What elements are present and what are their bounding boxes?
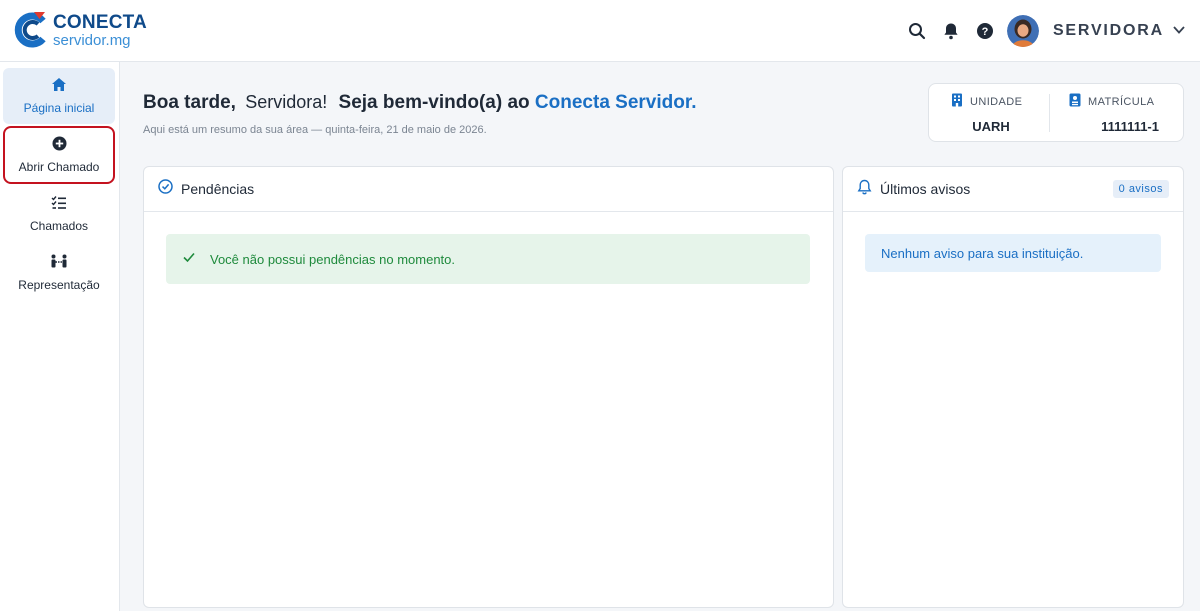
logo-mark-icon bbox=[14, 12, 48, 48]
greeting-brand: Conecta Servidor. bbox=[534, 92, 697, 113]
help-icon[interactable]: ? bbox=[974, 20, 996, 42]
greeting-user-name: Servidora! bbox=[245, 92, 328, 112]
user-name[interactable]: SERVIDORA bbox=[1053, 22, 1164, 40]
logo-subtitle: servidor.mg bbox=[53, 31, 131, 49]
unidade-value: UARH bbox=[972, 119, 1010, 134]
avisos-title: Últimos avisos bbox=[880, 181, 971, 197]
sidebar-item-chamados[interactable]: Chamados bbox=[3, 186, 115, 242]
building-icon bbox=[951, 93, 963, 110]
sidebar-item-representacao[interactable]: Representação bbox=[3, 245, 115, 301]
plus-circle-icon bbox=[52, 136, 67, 156]
top-header: CONECTA servidor.mg ? SERVIDORA bbox=[0, 0, 1200, 62]
id-badge-icon bbox=[1069, 93, 1081, 110]
sidebar-item-pagina-inicial[interactable]: Página inicial bbox=[3, 68, 115, 124]
matricula-value: 1111111-1 bbox=[1101, 119, 1159, 134]
no-avisos-message: Nenhum aviso para sua instituição. bbox=[881, 245, 1084, 261]
chevron-down-icon[interactable] bbox=[1172, 22, 1186, 40]
page-subtitle: Aqui está um resumo da sua área — quinta… bbox=[143, 124, 487, 136]
svg-text:?: ? bbox=[982, 26, 989, 38]
no-avisos-alert: Nenhum aviso para sua instituição. bbox=[865, 234, 1161, 272]
sidebar-item-label: Página inicial bbox=[23, 101, 95, 115]
avisos-panel: Últimos avisos 0 avisos Nenhum aviso par… bbox=[842, 166, 1184, 608]
logo-title: CONECTA bbox=[53, 11, 147, 33]
bell-outline-icon bbox=[857, 179, 872, 200]
bell-icon[interactable] bbox=[940, 20, 962, 42]
no-pendencias-alert: Você não possui pendências no momento. bbox=[166, 234, 810, 284]
unidade-label: UNIDADE bbox=[970, 95, 1023, 108]
greeting-prefix: Boa tarde, bbox=[143, 92, 236, 113]
sidebar-item-label: Representação bbox=[18, 278, 100, 292]
sidebar-item-label: Abrir Chamado bbox=[18, 160, 100, 174]
check-circle-icon bbox=[158, 179, 173, 199]
sidebar-item-abrir-chamado[interactable]: Abrir Chamado bbox=[3, 126, 115, 184]
no-pendencias-message: Você não possui pendências no momento. bbox=[210, 251, 456, 267]
pendencias-title: Pendências bbox=[181, 181, 255, 197]
greeting-welcome: Seja bem-vindo(a) ao bbox=[338, 92, 530, 113]
matricula-label: MATRÍCULA bbox=[1088, 95, 1155, 108]
pendencias-panel: Pendências Você não possui pendências no… bbox=[143, 166, 834, 608]
avatar[interactable] bbox=[1006, 15, 1039, 47]
checklist-icon bbox=[51, 195, 67, 215]
people-icon bbox=[50, 254, 68, 274]
search-icon[interactable] bbox=[906, 20, 928, 42]
sidebar-item-label: Chamados bbox=[29, 219, 89, 233]
sidebar: Página inicial Abrir Chamado Chamados Re… bbox=[0, 62, 120, 611]
avisos-count-badge: 0 avisos bbox=[1112, 180, 1169, 198]
page-title: Boa tarde, Servidora! Seja bem-vindo(a) … bbox=[143, 92, 696, 114]
user-info-card: UNIDADE UARH MATRÍCULA 1111111-1 bbox=[928, 83, 1184, 142]
home-icon bbox=[51, 77, 67, 97]
divider bbox=[1049, 94, 1050, 132]
check-icon bbox=[182, 250, 196, 268]
logo[interactable]: CONECTA servidor.mg bbox=[14, 12, 147, 48]
